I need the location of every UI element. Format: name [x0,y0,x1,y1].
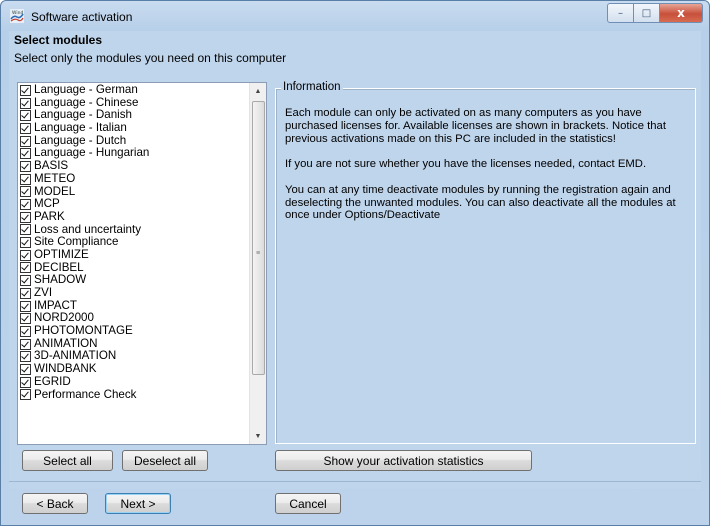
module-label: OPTIMIZE [34,247,89,261]
module-label: EGRID [34,374,71,388]
windpro-app-icon: Wind [10,9,24,23]
close-icon: x [677,6,685,20]
minimize-icon: – [618,7,623,19]
checkbox-checked-icon[interactable] [20,84,31,96]
scroll-down-arrow-icon[interactable]: ▼ [250,428,266,444]
information-legend: Information [281,81,343,93]
checkbox-checked-icon[interactable] [20,110,31,122]
module-label: WINDBANK [34,362,97,376]
module-list-item[interactable]: Language - Italian [20,121,250,135]
select-all-button[interactable]: Select all [22,450,113,471]
back-button[interactable]: < Back [22,493,88,514]
module-list-item[interactable]: PHOTOMONTAGE [20,324,250,338]
scroll-thumb[interactable]: ≡ [252,101,265,375]
module-list-item[interactable]: PARK [20,209,250,224]
checkbox-checked-icon[interactable] [20,186,31,198]
module-list-item[interactable]: OPTIMIZE [20,247,250,262]
checkbox-checked-icon[interactable] [20,275,31,287]
checkbox-checked-icon[interactable] [20,249,31,261]
checkbox-checked-icon[interactable] [20,338,31,350]
show-activation-statistics-button[interactable]: Show your activation statistics [275,450,532,471]
scroll-grip-icon: ≡ [256,250,261,257]
info-paragraph-contact: If you are not sure whether you have the… [285,158,647,171]
modules-checklist[interactable]: Language - German Language - Chinese Langu… [17,82,267,445]
next-button[interactable]: Next > [105,493,171,514]
module-label: ZVI [34,286,53,299]
modules-list-items: Language - German Language - Chinese Langu… [20,83,250,402]
checkbox-checked-icon[interactable] [20,376,31,388]
module-label: Language - Italian [34,121,127,135]
checkbox-checked-icon[interactable] [20,199,31,211]
maximize-icon: □ [641,7,652,19]
page-subheading: Select only the modules you need on this… [14,51,287,65]
module-label: PARK [34,209,65,223]
module-list-item[interactable]: EGRID [20,374,250,389]
checkbox-checked-icon[interactable] [20,160,31,172]
module-list-item[interactable]: SHADOW [20,274,250,287]
information-groupbox: Information Each module can only be acti… [275,81,696,444]
checkbox-checked-icon[interactable] [20,224,31,236]
checkbox-checked-icon[interactable] [20,211,31,223]
module-list-item[interactable]: Performance Check [20,387,250,402]
deselect-all-button[interactable]: Deselect all [122,450,208,471]
module-list-item[interactable]: METEO [20,171,250,186]
title-bar[interactable]: Wind Software activation – □ x [1,1,709,31]
maximize-button[interactable]: □ [634,3,660,23]
module-label: PHOTOMONTAGE [34,324,133,338]
checkbox-checked-icon[interactable] [20,287,31,299]
checkbox-checked-icon[interactable] [20,97,31,109]
module-list-item[interactable]: ZVI [20,286,250,300]
software-activation-window: Wind Software activation – □ x Select mo… [0,0,710,526]
module-label: METEO [34,171,76,185]
checkbox-checked-icon[interactable] [20,148,31,160]
checkbox-checked-icon[interactable] [20,262,31,274]
checkbox-checked-icon[interactable] [20,363,31,375]
module-label: Language - German [34,83,138,96]
module-label: MCP [34,197,60,211]
cancel-button[interactable]: Cancel [275,493,341,514]
svg-text:Wind: Wind [12,10,23,16]
info-paragraph-deactivate: You can at any time deactivate modules b… [285,183,676,222]
checkbox-checked-icon[interactable] [20,135,31,147]
module-list-item[interactable]: BASIS [20,159,250,173]
checkbox-checked-icon[interactable] [20,300,31,312]
modules-scrollbar[interactable]: ▲ ≡ ▼ [249,83,266,444]
checkbox-checked-icon[interactable] [20,237,31,249]
window-title: Software activation [31,10,133,24]
close-button[interactable]: x [660,3,703,23]
information-text: Each module can only be activated on as … [285,107,685,235]
checkbox-checked-icon[interactable] [20,351,31,363]
checkbox-checked-icon[interactable] [20,389,31,401]
module-label: BASIS [34,159,69,173]
minimize-button[interactable]: – [607,3,634,23]
module-list-item[interactable]: Language - German [20,83,250,97]
module-list-item[interactable]: WINDBANK [20,362,250,376]
footer-separator [9,481,701,482]
page-heading: Select modules [14,33,103,47]
module-list-item[interactable]: MCP [20,197,250,211]
checkbox-checked-icon[interactable] [20,173,31,185]
checkbox-checked-icon[interactable] [20,313,31,325]
checkbox-checked-icon[interactable] [20,122,31,134]
checkbox-checked-icon[interactable] [20,325,31,337]
info-paragraph-licenses: Each module can only be activated on as … [285,107,666,145]
module-label: Performance Check [34,387,137,401]
scroll-up-arrow-icon[interactable]: ▲ [250,83,266,99]
